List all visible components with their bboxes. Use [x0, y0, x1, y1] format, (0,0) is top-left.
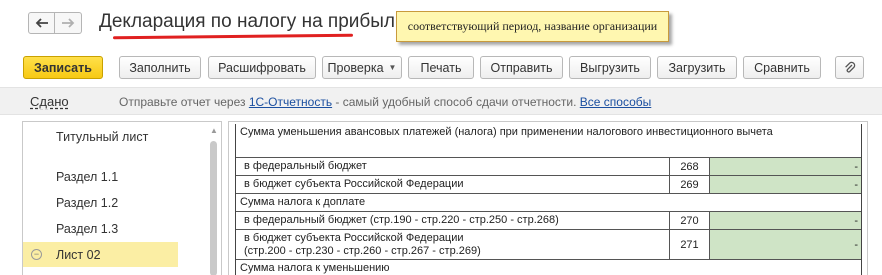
- row-code: 268: [670, 158, 710, 175]
- paperclip-icon: [844, 61, 855, 73]
- section-item-1-2[interactable]: Раздел 1.2: [23, 190, 208, 215]
- sections-scrollbar[interactable]: ▲: [207, 122, 221, 275]
- row-code: 271: [670, 230, 710, 259]
- fill-button[interactable]: Заполнить: [119, 56, 201, 79]
- collapse-icon[interactable]: −: [31, 249, 42, 260]
- row-label-line2: (стр.200 - стр.230 - стр.260 - стр.267 -…: [244, 245, 481, 257]
- table-row: в бюджет субъекта Российской Федерации (…: [236, 230, 861, 260]
- report-group-header: Сумма налога к уменьшению: [240, 262, 390, 274]
- save-button[interactable]: Записать: [23, 56, 103, 79]
- table-row: в бюджет субъекта Российской Федерации 2…: [236, 176, 861, 194]
- title-underline-mark: [112, 33, 354, 40]
- attach-button[interactable]: [835, 56, 864, 79]
- all-methods-link[interactable]: Все способы: [580, 95, 652, 109]
- info-text-after: - самый удобный способ сдачи отчетности.: [332, 95, 580, 109]
- scroll-thumb[interactable]: [210, 141, 217, 275]
- send-button[interactable]: Отправить: [480, 56, 563, 79]
- row-label: в бюджет субъекта Российской Федерации: [236, 176, 670, 193]
- row-label: в федеральный бюджет: [236, 158, 670, 175]
- section-label: Титульный лист: [56, 129, 149, 144]
- scroll-up-icon[interactable]: ▲: [210, 126, 218, 135]
- row-label: в бюджет субъекта Российской Федерации (…: [236, 230, 670, 259]
- status-sent-link[interactable]: Сдано: [30, 94, 69, 109]
- section-item-title-page[interactable]: Титульный лист: [23, 124, 208, 149]
- row-code: 270: [670, 212, 710, 229]
- row-value-field[interactable]: -: [710, 176, 861, 193]
- export-button[interactable]: Выгрузить: [569, 56, 651, 79]
- decode-button[interactable]: Расшифровать: [208, 56, 316, 79]
- info-bar: Сдано Отправьте отчет через 1С-Отчетност…: [0, 87, 882, 115]
- check-button-label: Проверка: [327, 60, 384, 75]
- section-label: Раздел 1.2: [56, 195, 119, 210]
- row-value-field[interactable]: -: [710, 212, 861, 229]
- service-link[interactable]: 1С-Отчетность: [249, 95, 332, 109]
- report-sheet: Сумма уменьшения авансовых платежей (нал…: [235, 124, 862, 275]
- chevron-down-icon: ▼: [388, 63, 397, 72]
- check-dropdown-button[interactable]: Проверка ▼: [322, 56, 402, 79]
- report-group-header: Сумма налога к доплате: [236, 194, 861, 212]
- forward-button[interactable]: [55, 12, 82, 34]
- table-row: в федеральный бюджет (стр.190 - стр.220 …: [236, 212, 861, 230]
- import-button[interactable]: Загрузить: [657, 56, 737, 79]
- info-text-before: Отправьте отчет через: [119, 95, 249, 109]
- row-value-field[interactable]: -: [710, 230, 861, 259]
- report-group-header: Сумма уменьшения авансовых платежей (нал…: [236, 124, 861, 158]
- annotation-note: соответствующий период, название организ…: [396, 11, 669, 42]
- row-label-line1: в бюджет субъекта Российской Федерации: [244, 232, 464, 244]
- row-label: в федеральный бюджет (стр.190 - стр.220 …: [236, 212, 670, 229]
- section-item-1-3[interactable]: Раздел 1.3: [23, 216, 208, 241]
- section-label: Лист 02: [56, 247, 101, 262]
- section-label: Раздел 1.1: [56, 169, 119, 184]
- compare-button[interactable]: Сравнить: [743, 56, 821, 79]
- info-message: Отправьте отчет через 1С-Отчетность - са…: [119, 95, 651, 109]
- table-row: в федеральный бюджет 268 -: [236, 158, 861, 176]
- section-label: Раздел 1.3: [56, 221, 119, 236]
- page-title: Декларация по налогу на прибыль за: [99, 11, 430, 32]
- section-item-sheet-02[interactable]: − Лист 02: [23, 242, 178, 267]
- row-code: 269: [670, 176, 710, 193]
- back-button[interactable]: [28, 12, 55, 34]
- report-panel: Сумма уменьшения авансовых платежей (нал…: [228, 121, 868, 275]
- section-item-1-1[interactable]: Раздел 1.1: [23, 164, 208, 189]
- sections-panel: Титульный лист Раздел 1.1 Раздел 1.2 Раз…: [22, 121, 222, 275]
- arrow-left-icon: [35, 18, 48, 28]
- arrow-right-icon: [62, 18, 75, 28]
- row-value-field[interactable]: -: [710, 158, 861, 175]
- print-button[interactable]: Печать: [408, 56, 474, 79]
